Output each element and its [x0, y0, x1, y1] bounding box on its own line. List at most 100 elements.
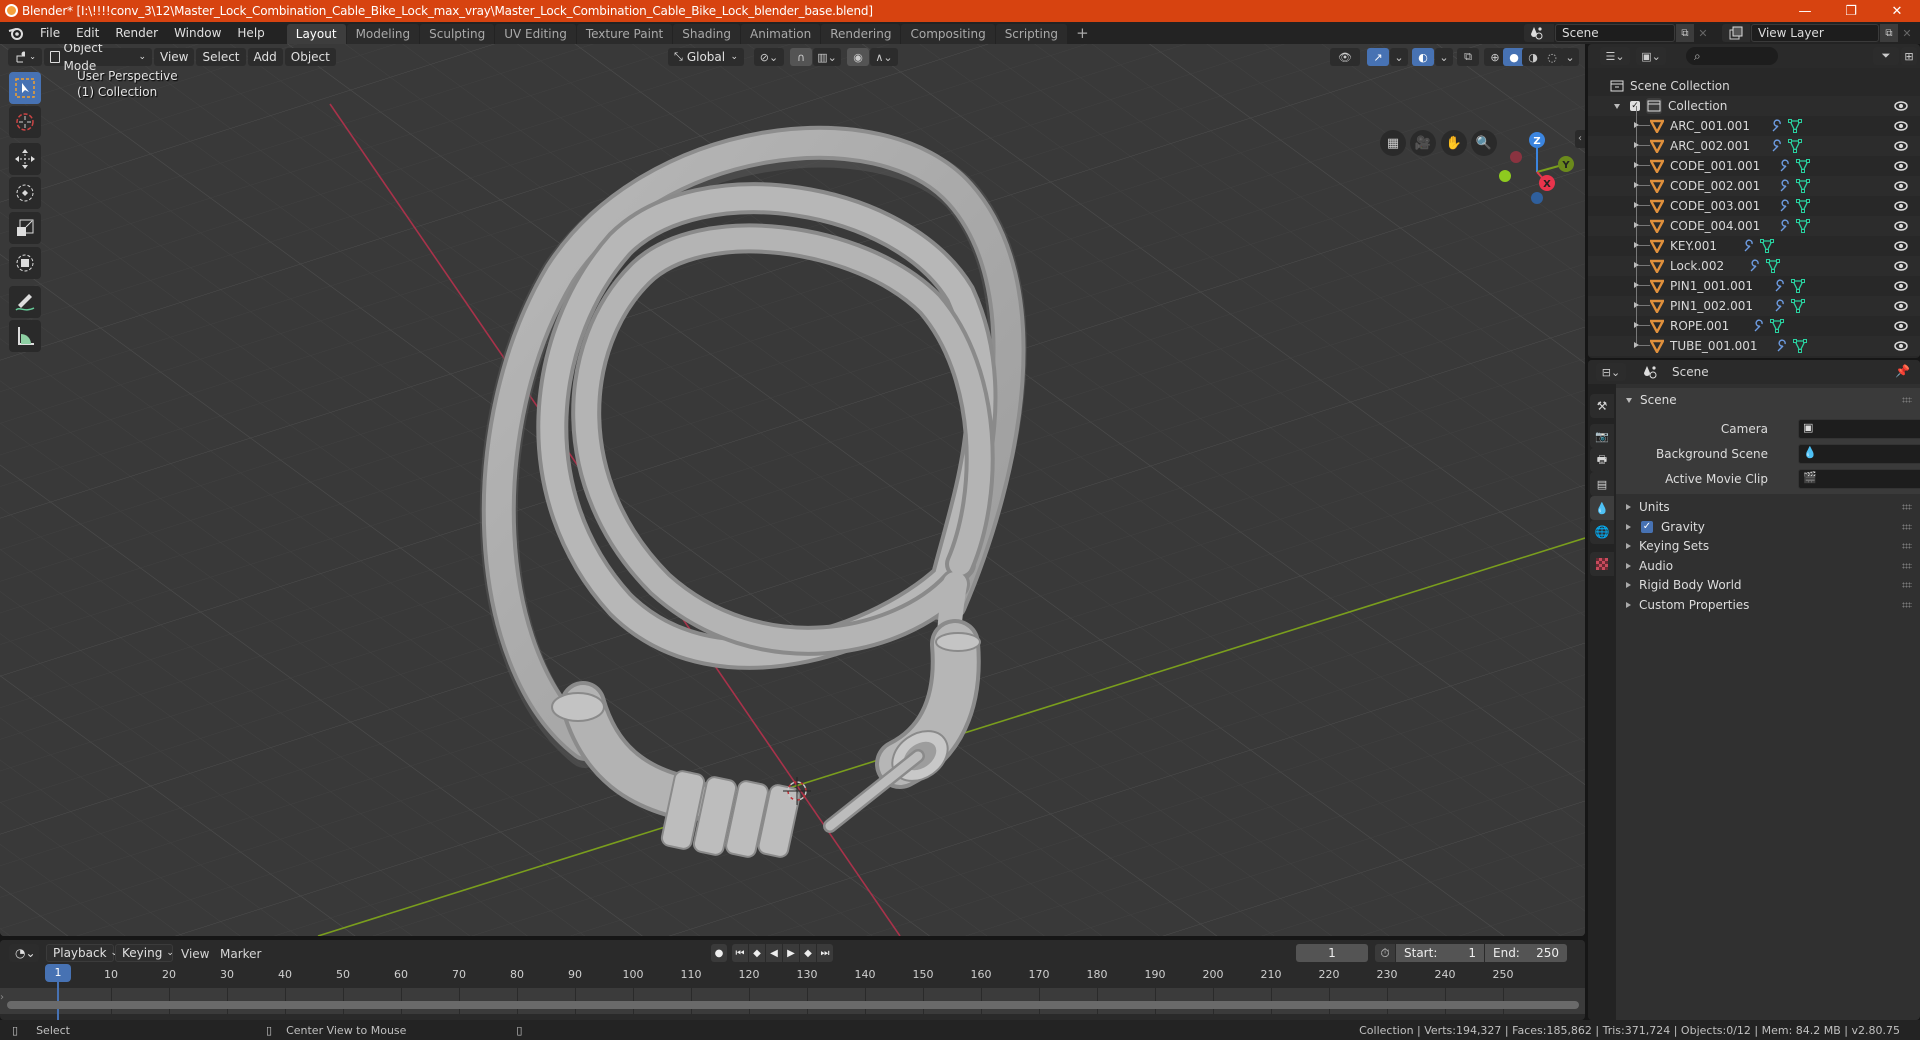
outliner-object-row[interactable]: CODE_002.001 — [1588, 166, 1920, 196]
rotate-tool[interactable] — [9, 177, 41, 209]
outliner-editor-type-button[interactable]: ☰⌄ — [1600, 47, 1630, 65]
tab-modeling[interactable]: Modeling — [346, 24, 420, 44]
menu-file[interactable]: File — [32, 22, 68, 44]
menu-help[interactable]: Help — [229, 22, 272, 44]
expand-channels-icon[interactable]: › — [0, 992, 8, 1006]
eye-icon[interactable] — [1894, 339, 1908, 353]
tab-texture[interactable] — [1590, 552, 1614, 576]
eye-icon[interactable] — [1894, 199, 1908, 213]
mesh-data-icon[interactable] — [1796, 219, 1810, 233]
tab-texture-paint[interactable]: Texture Paint — [576, 24, 673, 44]
mesh-data-icon[interactable] — [1788, 119, 1802, 133]
menu-select[interactable]: Select — [196, 48, 246, 66]
subpanel-keying-sets[interactable]: Keying Sets — [1616, 536, 1920, 556]
eye-icon[interactable] — [1894, 279, 1908, 293]
pin-icon[interactable]: 📌 — [1895, 364, 1910, 378]
modifier-wrench-icon[interactable] — [1770, 119, 1784, 133]
jump-end-button[interactable]: ⏭ — [817, 944, 833, 962]
tab-sculpting[interactable]: Sculpting — [420, 24, 495, 44]
tab-layout[interactable]: Layout — [286, 24, 346, 44]
transform-tool[interactable] — [9, 247, 41, 279]
modifier-wrench-icon[interactable] — [1778, 159, 1792, 173]
outliner-object-row[interactable]: TUBE_001.001 — [1588, 326, 1920, 356]
tab-render[interactable]: 📷 — [1590, 424, 1614, 448]
tab-rendering[interactable]: Rendering — [821, 24, 901, 44]
current-frame-field[interactable]: 1 — [1296, 944, 1368, 962]
scale-tool[interactable] — [9, 212, 41, 244]
tab-uv-editing[interactable]: UV Editing — [495, 24, 576, 44]
mesh-data-icon[interactable] — [1760, 239, 1774, 253]
eye-icon[interactable] — [1894, 99, 1908, 113]
tab-tool[interactable]: ⚒ — [1590, 394, 1614, 418]
timeline-view-menu[interactable]: View — [181, 947, 209, 961]
outliner-object-row[interactable]: ARC_001.001 — [1588, 106, 1920, 136]
subpanel-custom-properties[interactable]: Custom Properties — [1616, 595, 1920, 615]
subpanel-units[interactable]: Units — [1616, 497, 1920, 517]
menu-window[interactable]: Window — [166, 22, 229, 44]
menu-view[interactable]: View — [154, 48, 195, 66]
marker-menu[interactable]: Marker — [220, 947, 261, 961]
object-mode-dropdown[interactable]: Object Mode ⌄ — [44, 44, 152, 73]
properties-editor-type-button[interactable]: ⊟⌄ — [1596, 363, 1626, 381]
gizmo-neg-x[interactable] — [1510, 151, 1522, 163]
blender-menu-icon[interactable] — [0, 22, 32, 44]
annotate-tool[interactable] — [9, 286, 41, 318]
modifier-wrench-icon[interactable] — [1778, 219, 1792, 233]
tab-view-layer[interactable]: ▤ — [1590, 472, 1614, 496]
menu-object[interactable]: Object — [284, 48, 336, 66]
scene-name-field[interactable]: Scene — [1555, 24, 1675, 42]
camera-view-icon[interactable]: 🎥 — [1410, 130, 1436, 156]
new-collection-button[interactable]: ⊞ — [1901, 47, 1917, 65]
proportional-edit-toggle[interactable]: ◉ — [847, 48, 869, 66]
tab-world[interactable]: 🌐 — [1590, 520, 1614, 544]
outliner-object-row[interactable]: Lock.002 — [1588, 246, 1920, 276]
shading-dropdown[interactable]: ⌄ — [1561, 48, 1579, 66]
outliner-object-row[interactable]: CODE_001.001 — [1588, 146, 1920, 176]
filter-dropdown[interactable]: ⏷ — [1873, 47, 1899, 65]
mesh-data-icon[interactable] — [1788, 139, 1802, 153]
tab-compositing[interactable]: Compositing — [901, 24, 995, 44]
pan-hand-icon[interactable]: ✋ — [1441, 130, 1467, 156]
drag-handle-icon[interactable] — [1902, 602, 1912, 608]
eye-icon[interactable] — [1894, 119, 1908, 133]
mesh-data-icon[interactable] — [1796, 199, 1810, 213]
modifier-wrench-icon[interactable] — [1773, 299, 1787, 313]
scene-panel-header[interactable]: Scene — [1616, 388, 1920, 412]
subpanel-audio[interactable]: Audio — [1616, 556, 1920, 576]
mesh-data-icon[interactable] — [1791, 279, 1805, 293]
timeline-scrollbar[interactable] — [7, 1001, 1579, 1009]
drag-handle-icon[interactable] — [1902, 582, 1912, 589]
delete-view-layer-button[interactable]: ✕ — [1899, 24, 1915, 42]
outliner-object-row[interactable]: KEY.001 — [1588, 226, 1920, 256]
tab-scripting[interactable]: Scripting — [995, 24, 1068, 44]
snap-target-dropdown[interactable]: ▥⌄ — [813, 48, 841, 66]
modifier-wrench-icon[interactable] — [1752, 319, 1766, 333]
maximize-button[interactable]: ❐ — [1828, 0, 1874, 22]
delete-scene-button[interactable]: ✕ — [1695, 24, 1711, 42]
view-layer-name-field[interactable]: View Layer — [1751, 24, 1879, 42]
measure-tool[interactable] — [9, 320, 41, 352]
tab-scene[interactable]: 💧 — [1590, 496, 1614, 520]
eye-icon[interactable] — [1894, 259, 1908, 273]
modifier-wrench-icon[interactable] — [1773, 279, 1787, 293]
mesh-data-icon[interactable] — [1770, 319, 1784, 333]
subpanel-gravity[interactable]: ✓ Gravity — [1616, 517, 1920, 537]
menu-edit[interactable]: Edit — [68, 22, 107, 44]
outliner-object-row[interactable]: ARC_002.001 — [1588, 126, 1920, 156]
zoom-icon[interactable]: 🔍 — [1471, 130, 1497, 156]
view-layer-browse-button[interactable] — [1722, 24, 1750, 42]
pivot-point-dropdown[interactable]: ⊘⌄ — [754, 48, 784, 66]
editor-type-button[interactable]: ⌄ — [8, 48, 42, 66]
eye-icon[interactable] — [1894, 179, 1908, 193]
shading-rendered-button[interactable]: ◌ — [1541, 48, 1563, 66]
collection-checkbox[interactable]: ✓ — [1630, 101, 1640, 111]
start-frame-field[interactable]: Start: 1 — [1396, 944, 1484, 962]
outliner-collection[interactable]: ✓ Collection — [1588, 96, 1920, 116]
menu-add[interactable]: Add — [247, 48, 283, 66]
modifier-wrench-icon[interactable] — [1748, 259, 1762, 273]
modifier-wrench-icon[interactable] — [1770, 139, 1784, 153]
gizmo-neg-z[interactable] — [1531, 192, 1543, 204]
gizmo-neg-y[interactable] — [1499, 170, 1511, 182]
menu-render[interactable]: Render — [107, 22, 166, 44]
outliner-object-row[interactable]: PIN1_002.001 — [1588, 286, 1920, 316]
